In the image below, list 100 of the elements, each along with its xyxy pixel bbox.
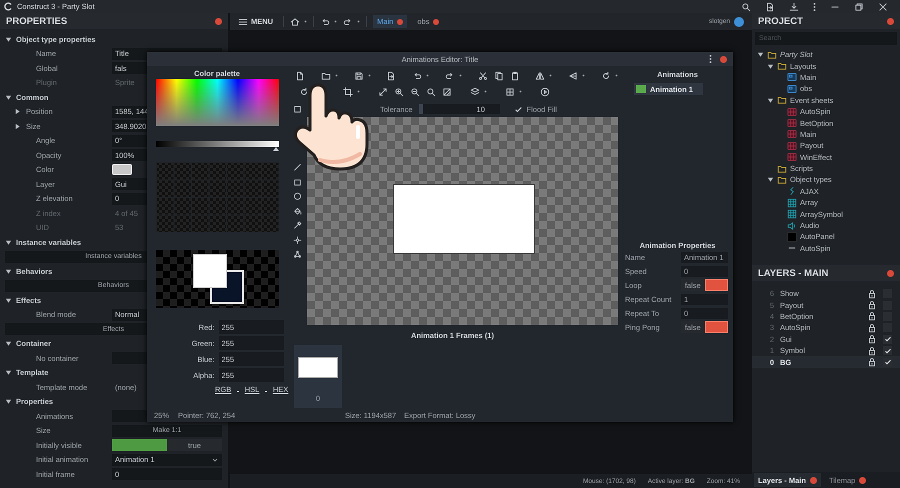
home-icon[interactable] [290,16,300,26]
sprite-icon [787,232,797,242]
caret-icon[interactable] [334,20,338,23]
hue-picker[interactable] [156,79,278,126]
expanded-arrow-icon[interactable] [5,340,12,348]
restore-icon[interactable] [854,2,864,12]
play-icon[interactable] [540,86,550,96]
zoom-out-icon[interactable] [410,86,420,96]
layout-icon [787,84,797,94]
search-icon[interactable] [741,2,751,12]
close-dot-icon[interactable] [215,18,222,24]
paste-icon[interactable] [510,70,520,80]
folder-icon [777,164,787,174]
primary-color-swatch[interactable] [192,254,226,288]
caret-icon[interactable] [549,74,552,77]
redo-icon[interactable] [343,16,354,26]
download-icon[interactable] [789,2,799,12]
caret-icon[interactable] [519,90,522,93]
lock-icon[interactable] [867,346,877,356]
grid-icon[interactable] [505,86,515,96]
event-sheet-icon [787,118,797,128]
caret-icon[interactable] [426,74,430,77]
copy-icon[interactable] [494,70,504,80]
event-sheet-icon [787,152,797,162]
color-swatch-grid[interactable] [156,162,278,232]
caret-icon[interactable] [334,74,338,77]
expanded-arrow-icon[interactable] [767,62,774,70]
undo-icon[interactable] [412,70,422,80]
collapsed-arrow-icon[interactable] [14,108,21,116]
close-icon[interactable] [878,2,888,12]
caret-icon[interactable] [357,90,360,93]
zoom-in-icon[interactable] [394,86,404,96]
event-sheet-icon [787,129,797,140]
visibility-checkbox[interactable] [883,346,892,356]
undo-icon[interactable] [320,16,330,26]
rotate-icon[interactable] [299,86,309,96]
new-file-icon[interactable] [295,70,305,80]
flip-icon[interactable] [568,70,578,80]
image-canvas[interactable] [307,117,618,325]
panel-title: PROPERTIES [6,16,68,26]
image-icon[interactable] [442,86,452,96]
layers-icon[interactable] [470,86,480,96]
lock-icon[interactable] [867,322,877,333]
lock-icon[interactable] [867,334,877,344]
lock-icon[interactable] [867,311,877,322]
expanded-arrow-icon[interactable] [767,176,774,184]
folder-icon [777,61,787,72]
caret-icon[interactable] [484,90,487,93]
avatar-icon[interactable] [734,16,744,26]
event-sheet-icon [787,140,797,151]
folder-icon[interactable] [320,70,331,80]
expanded-arrow-icon[interactable] [5,36,12,43]
expanded-arrow-icon[interactable] [5,94,12,101]
folder-icon [777,95,787,106]
rotate-icon[interactable] [601,70,612,80]
caret-icon[interactable] [458,74,462,77]
save-icon[interactable] [354,70,364,80]
speaker-icon [787,220,797,231]
visibility-checkbox[interactable] [883,334,892,344]
more-icon[interactable] [709,54,712,64]
close-dot-icon[interactable] [887,18,894,24]
export-icon[interactable] [386,70,396,80]
lock-icon[interactable] [867,357,877,368]
resize-icon[interactable] [378,86,388,96]
menu-icon [238,16,248,26]
panel-title: LAYERS - MAIN [758,268,828,278]
caret-icon[interactable] [615,74,618,77]
lock-icon[interactable] [867,300,877,310]
redo-icon[interactable] [444,70,455,80]
color-swatch[interactable] [112,164,132,176]
expanded-arrow-icon[interactable] [5,398,12,406]
folder-icon [767,50,777,60]
expanded-arrow-icon[interactable] [5,238,12,246]
expanded-arrow-icon[interactable] [5,296,12,304]
collapsed-arrow-icon[interactable] [14,122,21,130]
lock-icon[interactable] [867,288,877,299]
panel-title: PROJECT [758,16,803,26]
caret-icon[interactable] [357,20,360,23]
visibility-checkbox[interactable] [883,358,892,367]
grid-icon [787,198,797,208]
cut-icon[interactable] [478,70,488,80]
checkbox[interactable] [514,104,523,114]
close-dot-icon[interactable] [720,56,727,62]
mirror-icon[interactable] [535,70,546,80]
expanded-arrow-icon[interactable] [767,96,774,104]
zoom-icon[interactable] [426,86,436,96]
close-dot-icon[interactable] [887,270,894,276]
tolerance-slider[interactable] [418,104,474,114]
caret-icon[interactable] [368,74,371,77]
expanded-arrow-icon[interactable] [5,369,12,376]
app-logo-icon [4,2,13,11]
expanded-arrow-icon[interactable] [757,51,764,58]
layout-icon [787,72,797,82]
expanded-arrow-icon[interactable] [5,268,12,275]
grid-icon [787,209,797,220]
caret-icon[interactable] [582,74,586,77]
more-icon[interactable] [813,2,816,12]
file-icon[interactable] [765,2,775,12]
crop-icon[interactable] [343,86,353,96]
caret-icon[interactable] [304,20,308,23]
